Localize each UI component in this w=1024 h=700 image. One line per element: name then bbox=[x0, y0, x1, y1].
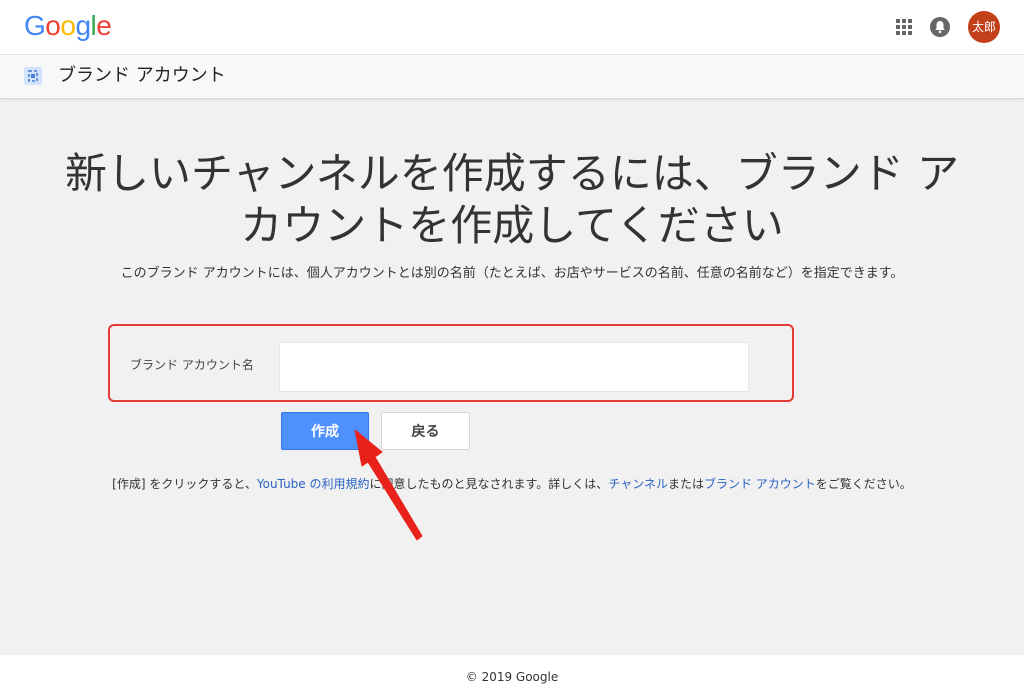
logo-letter: G bbox=[24, 10, 46, 41]
brand-account-icon bbox=[24, 67, 42, 85]
channel-link[interactable]: チャンネル bbox=[608, 477, 668, 491]
sub-header: ブランド アカウント bbox=[0, 55, 1024, 99]
page-section-title: ブランド アカウント bbox=[58, 65, 226, 86]
brand-account-link[interactable]: ブランド アカウント bbox=[704, 477, 816, 491]
youtube-terms-link[interactable]: YouTube の利用規約 bbox=[257, 477, 370, 491]
logo-letter: o bbox=[45, 10, 61, 41]
footer: © 2019 Google bbox=[0, 655, 1024, 700]
google-logo[interactable]: Google bbox=[24, 8, 112, 44]
top-bar: Google 太郎 bbox=[0, 0, 1024, 55]
logo-letter: o bbox=[60, 10, 76, 41]
back-button[interactable]: 戻る bbox=[381, 412, 470, 450]
create-button[interactable]: 作成 bbox=[281, 412, 369, 450]
terms-suffix: をご覧ください。 bbox=[815, 477, 912, 491]
account-name-input[interactable] bbox=[279, 342, 749, 392]
terms-prefix: [作成] をクリックすると、 bbox=[112, 477, 257, 491]
grid-apps-icon[interactable] bbox=[896, 19, 912, 35]
bell-icon[interactable] bbox=[930, 17, 950, 37]
avatar[interactable]: 太郎 bbox=[968, 11, 1000, 43]
logo-letter: g bbox=[75, 10, 91, 41]
terms-connector: または bbox=[667, 477, 704, 491]
page-title: 新しいチャンネルを作成するには、ブランド ア カウントを作成してください bbox=[0, 148, 1024, 252]
logo-letter: e bbox=[96, 10, 112, 41]
page-title-line2: カウントを作成してください bbox=[240, 201, 784, 250]
description-text: このブランド アカウントには、個人アカウントとは別の名前（たとえば、お店やサービ… bbox=[120, 266, 904, 281]
account-name-form-highlight: ブランド アカウント名 bbox=[108, 324, 794, 402]
top-icons: 太郎 bbox=[896, 11, 1000, 43]
terms-text: [作成] をクリックすると、YouTube の利用規約に同意したものと見なされま… bbox=[0, 476, 1024, 492]
terms-middle: に同意したものと見なされます。詳しくは、 bbox=[369, 477, 609, 491]
page-title-line1: 新しいチャンネルを作成するには、ブランド ア bbox=[64, 149, 960, 198]
account-name-label: ブランド アカウント名 bbox=[130, 358, 254, 372]
copyright-text: © 2019 Google bbox=[465, 670, 559, 684]
